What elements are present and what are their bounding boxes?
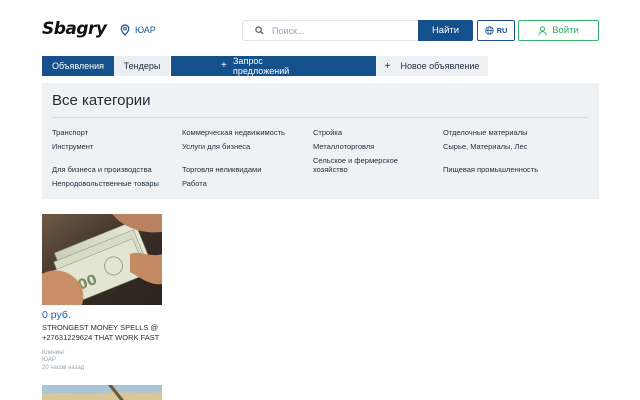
category-link[interactable]: Для бизнеса и производства (52, 165, 152, 174)
category-link[interactable]: Непродовольственные товары (52, 179, 159, 188)
listing-image[interactable]: 100 (42, 214, 162, 305)
language-label: RU (496, 26, 508, 35)
listing-title[interactable]: STRONGEST MONEY SPELLS @ +27631229624 TH… (42, 323, 172, 343)
location-selector[interactable]: ЮАР (120, 24, 156, 36)
category-link[interactable]: Работа (182, 179, 207, 188)
money-photo: 100 (42, 214, 162, 305)
login-button[interactable]: Войти (518, 20, 599, 41)
category-link[interactable]: Стройка (313, 128, 342, 137)
tab-tenders[interactable]: Тендеры (114, 56, 170, 76)
listing-price: 0 руб. (42, 309, 71, 321)
language-button[interactable]: RU (477, 20, 515, 41)
search-box[interactable] (242, 20, 418, 41)
categories-panel: Все категории Транспорт Коммерческая нед… (42, 83, 599, 199)
listing-time: 20 часов назад (42, 365, 85, 371)
category-link[interactable]: Сырье, Материалы, Лес (443, 142, 527, 151)
divider (52, 117, 589, 118)
category-link[interactable]: Услуги для бизнеса (182, 142, 250, 151)
plus-icon: + (221, 60, 227, 71)
new-ad-button[interactable]: + Новое объявление (376, 56, 488, 76)
listing-location: ЮАР (42, 357, 56, 363)
listing-image[interactable] (42, 385, 162, 400)
category-link[interactable]: Коммерческая недвижимость (182, 128, 285, 137)
login-label: Войти (552, 25, 579, 36)
category-link[interactable]: Инструмент (52, 142, 93, 151)
category-link[interactable]: Металлоторговля (313, 142, 374, 151)
search-icon (255, 26, 264, 35)
globe-icon (484, 26, 494, 35)
category-link[interactable]: Пищевая промышленность (443, 165, 538, 174)
listing-photo (42, 385, 162, 400)
find-button[interactable]: Найти (418, 20, 473, 41)
search-input[interactable] (272, 25, 412, 36)
tab-ads[interactable]: Объявления (42, 56, 114, 76)
request-offers-label: Запрос предложений (233, 56, 290, 76)
location-pin-icon (120, 24, 130, 36)
location-label: ЮАР (135, 25, 156, 35)
new-ad-label: Новое объявление (400, 61, 480, 71)
plus-icon: + (384, 60, 391, 72)
category-link[interactable]: Сельское и фермерское хозяйство (313, 156, 423, 174)
logo[interactable]: Sbagry (42, 19, 107, 39)
categories-title: Все категории (52, 92, 151, 109)
user-icon (538, 25, 547, 36)
listing-category: Клининг (42, 350, 65, 356)
category-link[interactable]: Отделочные материалы (443, 128, 527, 137)
category-link[interactable]: Транспорт (52, 128, 88, 137)
category-link[interactable]: Торговля неликвидами (182, 165, 261, 174)
